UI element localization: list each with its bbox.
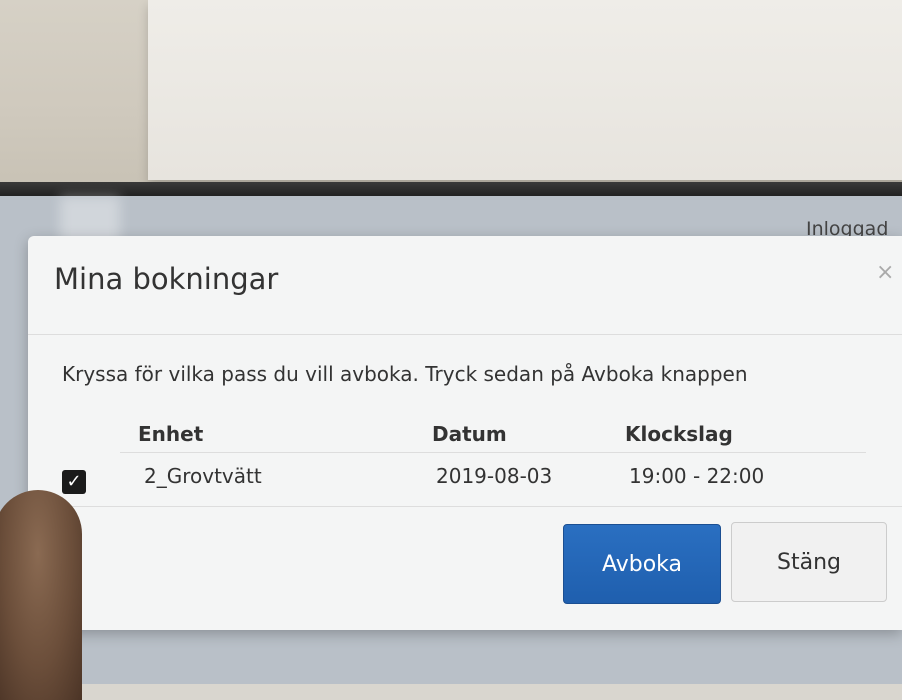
column-header-time: Klockslag xyxy=(625,422,733,446)
paper-sheet xyxy=(148,0,902,180)
column-header-unit: Enhet xyxy=(138,422,204,446)
cell-time: 19:00 - 22:00 xyxy=(629,464,765,488)
instruction-text: Kryssa för vilka pass du vill avboka. Tr… xyxy=(62,362,748,386)
modal-title: Mina bokningar xyxy=(54,262,279,296)
footer-divider xyxy=(28,506,902,507)
header-divider xyxy=(28,334,902,335)
cell-date: 2019-08-03 xyxy=(436,464,553,488)
close-button[interactable]: Stäng xyxy=(731,522,887,602)
table-header-divider xyxy=(120,452,866,453)
screen-bezel xyxy=(0,182,902,196)
booking-checkbox[interactable]: ✓ xyxy=(62,470,86,494)
finger-overlay xyxy=(0,490,82,700)
column-header-date: Datum xyxy=(432,422,507,446)
cancel-booking-button[interactable]: Avboka xyxy=(563,524,721,604)
cell-unit: 2_Grovtvätt xyxy=(144,464,262,488)
close-icon[interactable]: × xyxy=(876,260,894,285)
